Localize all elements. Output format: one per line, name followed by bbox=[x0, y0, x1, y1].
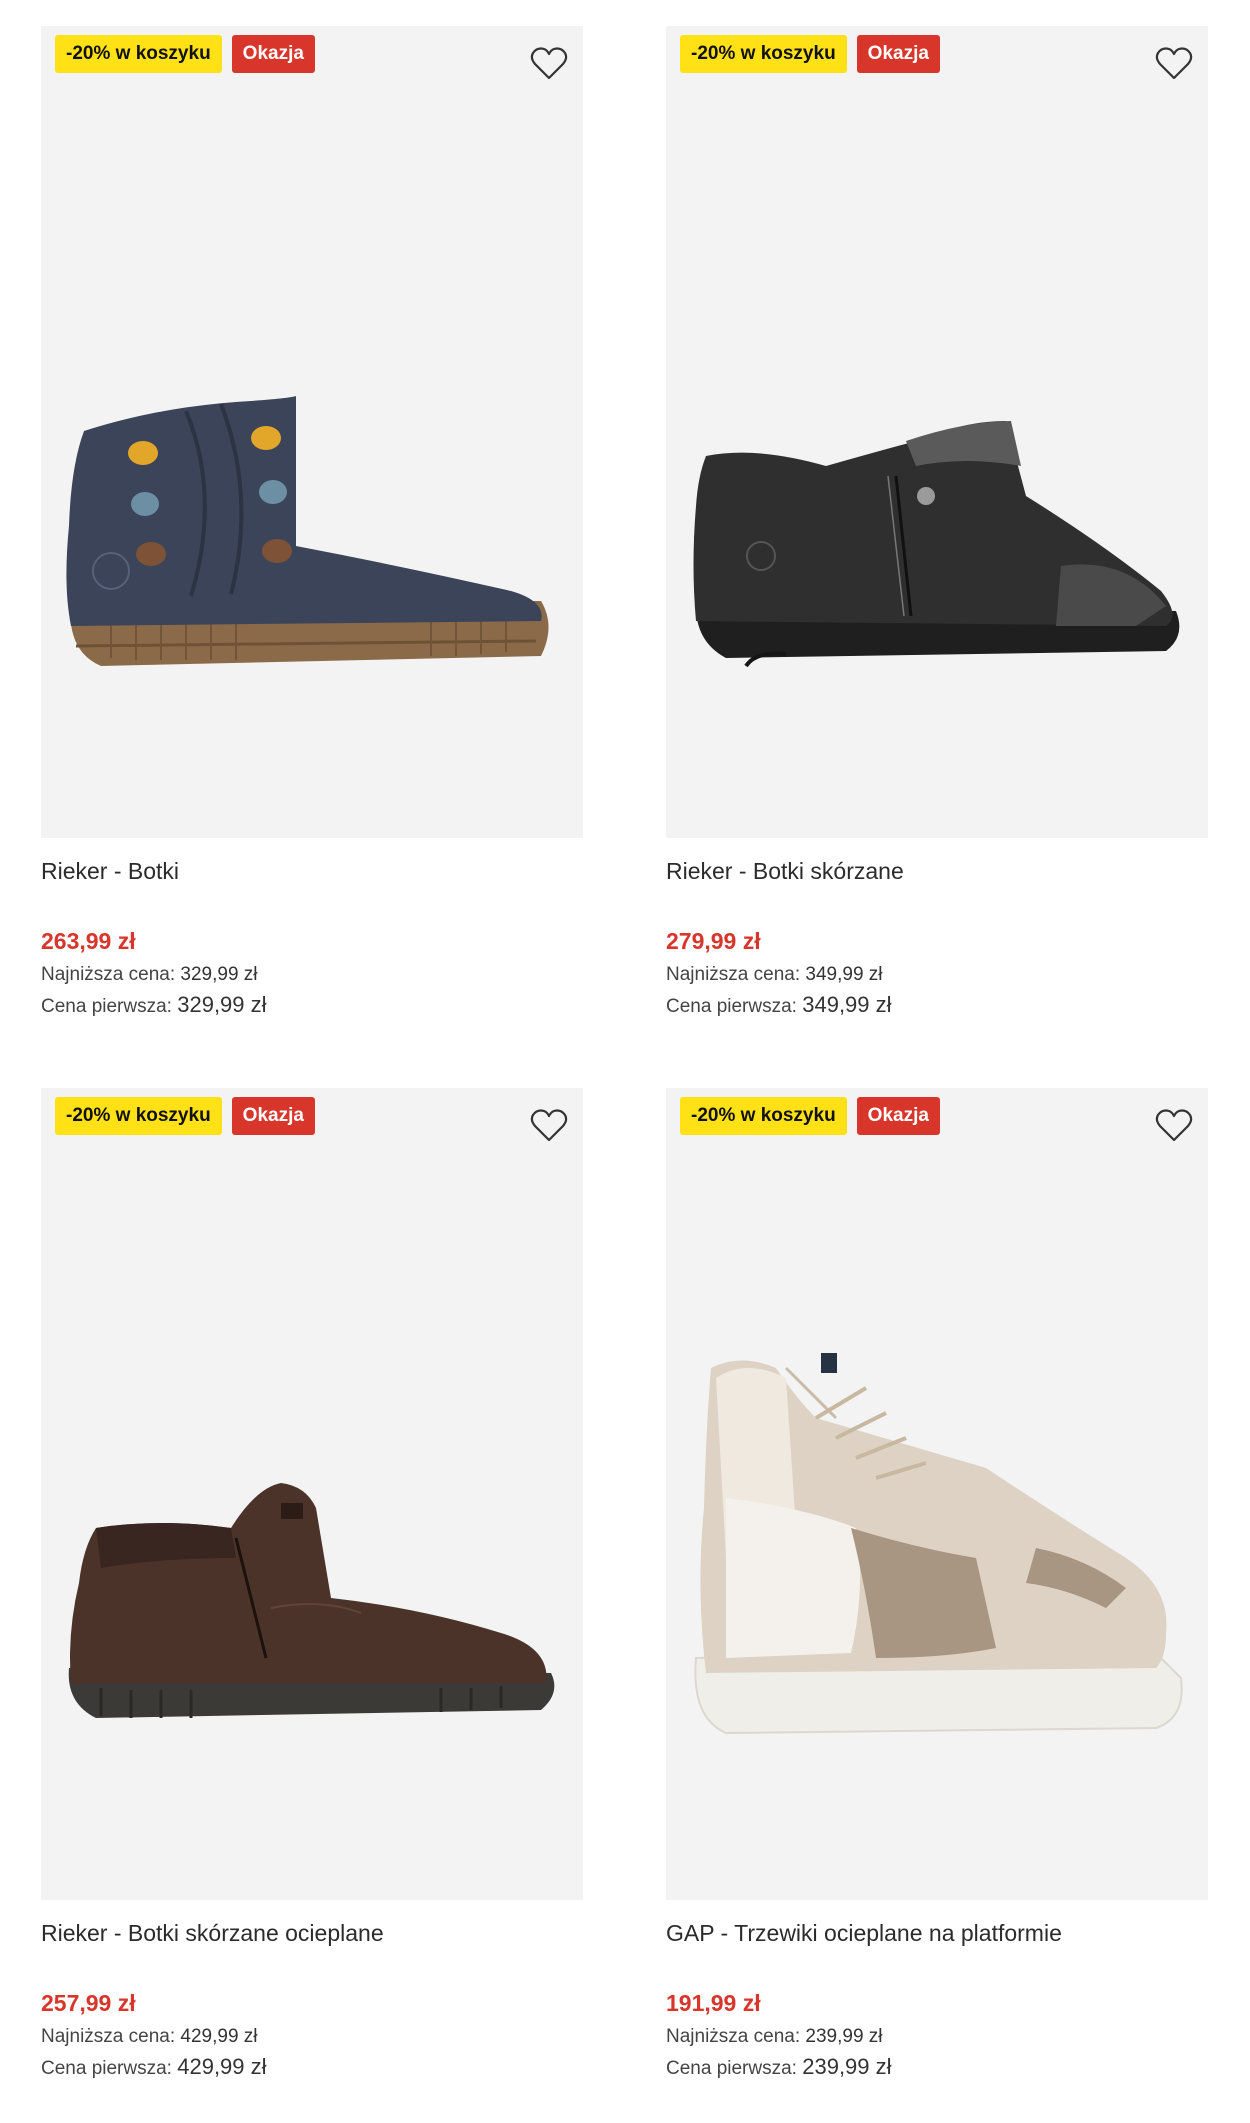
badges: -20% w koszyku Okazja bbox=[55, 35, 315, 73]
lowest-price-value: 239,99 zł bbox=[805, 2026, 883, 2047]
promo-badge: -20% w koszyku bbox=[680, 35, 847, 73]
deal-badge: Okazja bbox=[856, 1097, 940, 1135]
wishlist-heart-icon[interactable] bbox=[529, 1106, 569, 1146]
promo-badge: -20% w koszyku bbox=[55, 1097, 222, 1135]
badges: -20% w koszyku Okazja bbox=[680, 35, 940, 73]
product-card[interactable]: -20% w koszyku Okazja Rieker - Botki 263… bbox=[41, 26, 583, 1022]
wishlist-heart-icon[interactable] bbox=[1154, 44, 1194, 84]
product-price: 279,99 zł bbox=[666, 928, 761, 954]
first-price-value: 329,99 zł bbox=[177, 992, 267, 1017]
product-price: 263,99 zł bbox=[41, 928, 136, 954]
first-price-value: 429,99 zł bbox=[177, 2054, 267, 2079]
product-image-container[interactable]: -20% w koszyku Okazja bbox=[666, 26, 1208, 838]
product-title[interactable]: GAP - Trzewiki ocieplane na platformie bbox=[666, 1916, 1208, 1950]
first-price-label: Cena pierwsza: bbox=[41, 996, 172, 1017]
deal-badge: Okazja bbox=[231, 35, 315, 73]
product-title[interactable]: Rieker - Botki skórzane bbox=[666, 854, 1208, 888]
deal-badge: Okazja bbox=[231, 1097, 315, 1135]
lowest-price-label: Najniższa cena: bbox=[666, 964, 801, 985]
product-grid: -20% w koszyku Okazja Rieker - Botki 263… bbox=[0, 0, 1250, 2123]
first-price-value: 349,99 zł bbox=[802, 992, 892, 1017]
product-image-navy-ankle-boot[interactable] bbox=[41, 26, 583, 838]
lowest-price-label: Najniższa cena: bbox=[41, 2026, 176, 2047]
first-price-label: Cena pierwsza: bbox=[666, 2058, 797, 2079]
first-price-row: Cena pierwsza: 239,99 zł bbox=[666, 2052, 1208, 2084]
first-price-row: Cena pierwsza: 329,99 zł bbox=[41, 990, 583, 1022]
lowest-price-row: Najniższa cena: 329,99 zł bbox=[41, 960, 583, 990]
promo-badge: -20% w koszyku bbox=[680, 1097, 847, 1135]
lowest-price-label: Najniższa cena: bbox=[41, 964, 176, 985]
first-price-label: Cena pierwsza: bbox=[41, 2058, 172, 2079]
first-price-row: Cena pierwsza: 349,99 zł bbox=[666, 990, 1208, 1022]
badges: -20% w koszyku Okazja bbox=[680, 1097, 940, 1135]
product-price: 257,99 zł bbox=[41, 1990, 136, 2016]
lowest-price-value: 329,99 zł bbox=[180, 964, 258, 985]
lowest-price-row: Najniższa cena: 429,99 zł bbox=[41, 2022, 583, 2052]
product-title[interactable]: Rieker - Botki bbox=[41, 854, 583, 888]
product-image-container[interactable]: -20% w koszyku Okazja bbox=[41, 26, 583, 838]
first-price-row: Cena pierwsza: 429,99 zł bbox=[41, 2052, 583, 2084]
lowest-price-row: Najniższa cena: 349,99 zł bbox=[666, 960, 1208, 990]
first-price-label: Cena pierwsza: bbox=[666, 996, 797, 1017]
product-image-black-leather-boot[interactable] bbox=[666, 26, 1208, 838]
product-card[interactable]: -20% w koszyku Okazja Rieker - Botki skó… bbox=[666, 26, 1208, 1022]
badges: -20% w koszyku Okazja bbox=[55, 1097, 315, 1135]
lowest-price-label: Najniższa cena: bbox=[666, 2026, 801, 2047]
wishlist-heart-icon[interactable] bbox=[529, 44, 569, 84]
lowest-price-row: Najniższa cena: 239,99 zł bbox=[666, 2022, 1208, 2052]
product-title[interactable]: Rieker - Botki skórzane ocieplane bbox=[41, 1916, 583, 1950]
product-image-brown-leather-boot[interactable] bbox=[41, 1088, 583, 1900]
product-image-platform-sneaker[interactable] bbox=[666, 1088, 1208, 1900]
lowest-price-value: 349,99 zł bbox=[805, 964, 883, 985]
product-card[interactable]: -20% w koszyku Okazja Rieker - Botki skó… bbox=[41, 1088, 583, 2084]
lowest-price-value: 429,99 zł bbox=[180, 2026, 258, 2047]
deal-badge: Okazja bbox=[856, 35, 940, 73]
first-price-value: 239,99 zł bbox=[802, 2054, 892, 2079]
product-image-container[interactable]: -20% w koszyku Okazja bbox=[666, 1088, 1208, 1900]
product-card[interactable]: -20% w koszyku Okazja GAP - Trzewiki oci… bbox=[666, 1088, 1208, 2084]
wishlist-heart-icon[interactable] bbox=[1154, 1106, 1194, 1146]
product-image-container[interactable]: -20% w koszyku Okazja bbox=[41, 1088, 583, 1900]
product-price: 191,99 zł bbox=[666, 1990, 761, 2016]
promo-badge: -20% w koszyku bbox=[55, 35, 222, 73]
